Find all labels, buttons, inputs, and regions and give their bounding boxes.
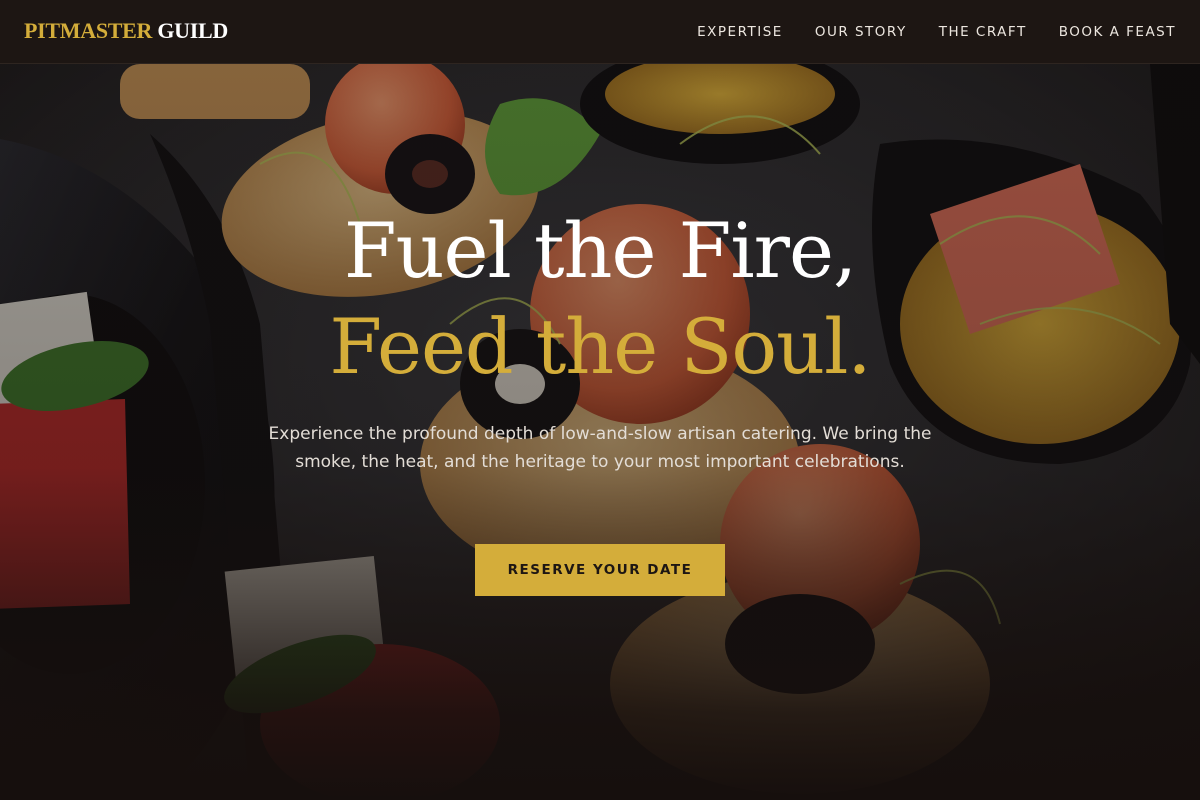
nav-link-book-a-feast[interactable]: BOOK A FEAST: [1059, 24, 1176, 40]
logo-word-pitmaster: PITMASTER: [24, 18, 153, 43]
logo-word-guild: GUILD: [157, 18, 228, 43]
nav-link-the-craft[interactable]: THE CRAFT: [939, 24, 1027, 40]
page: PITMASTER GUILD EXPERTISE OUR STORY THE …: [0, 0, 1200, 800]
hero-headline-line2: Feed the Soul.: [329, 302, 871, 391]
nav-link-expertise[interactable]: EXPERTISE: [697, 24, 783, 40]
hero-description: Experience the profound depth of low-and…: [268, 424, 932, 472]
site-header: PITMASTER GUILD EXPERTISE OUR STORY THE …: [0, 0, 1200, 64]
hero-section: Fuel the Fire, Feed the Soul. Experience…: [0, 64, 1200, 800]
reserve-date-button[interactable]: RESERVE YOUR DATE: [475, 544, 725, 596]
logo[interactable]: PITMASTER GUILD: [24, 18, 228, 44]
main-nav: EXPERTISE OUR STORY THE CRAFT BOOK A FEA…: [697, 0, 1176, 64]
nav-link-our-story[interactable]: OUR STORY: [815, 24, 907, 40]
hero-headline-line1: Fuel the Fire,: [343, 206, 857, 295]
hero-content: Fuel the Fire, Feed the Soul. Experience…: [0, 64, 1200, 800]
